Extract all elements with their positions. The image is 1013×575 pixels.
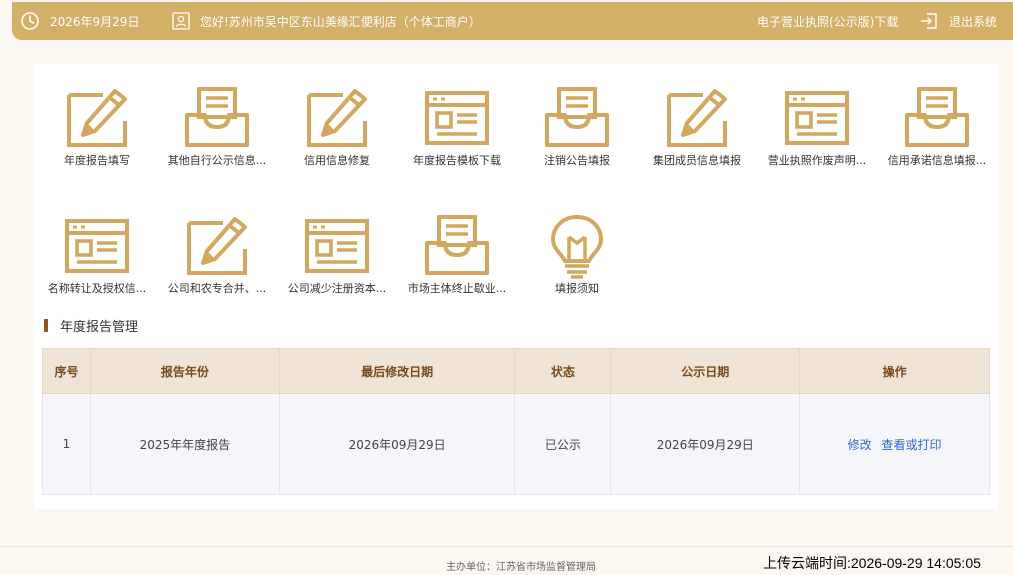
pencil-form-icon xyxy=(67,89,127,147)
main-panel: 年度报告填写 其他自行公示信息... 信用信息修复 年度报告模板下载 注销公告填… xyxy=(34,64,998,509)
footer-divider xyxy=(0,546,1013,547)
header-status: 状态 xyxy=(514,348,612,394)
section-title-text: 年度报告管理 xyxy=(60,319,139,335)
tile-merger[interactable]: 公司和农专合并、... xyxy=(157,195,277,305)
top-bar: 2026年9月29日 您好!苏州市吴中区东山美缘汇便利店（个体工商户） 电子营业… xyxy=(12,2,1013,40)
table-header-row: 序号 报告年份 最后修改日期 状态 公示日期 操作 xyxy=(42,348,990,394)
tile-cancellation-notice[interactable]: 注销公告填报 xyxy=(517,67,637,177)
logout-button[interactable]: 退出系统 xyxy=(949,2,997,40)
edit-link[interactable]: 修改 xyxy=(848,438,872,452)
tile-name-transfer[interactable]: 名称转让及授权信... xyxy=(37,195,157,305)
header-last-modified: 最后修改日期 xyxy=(278,348,516,394)
tile-filing-notes[interactable]: 填报须知 xyxy=(517,195,637,305)
document-window-icon xyxy=(305,219,369,273)
greeting-text: 您好!苏州市吴中区东山美缘汇便利店（个体工商户） xyxy=(200,14,481,29)
document-window-icon xyxy=(425,91,489,145)
tile-label: 信用承诺信息填报... xyxy=(887,154,987,167)
document-window-icon xyxy=(65,219,129,273)
tile-label: 年度报告填写 xyxy=(64,154,130,167)
cell-last-modified: 2026年09月29日 xyxy=(278,393,516,495)
tile-label: 公司和农专合并、... xyxy=(167,282,267,295)
clock-icon xyxy=(20,2,40,40)
upload-time: 上传云端时间:2026-09-29 14:05:05 xyxy=(763,555,981,571)
inbox-document-icon xyxy=(185,87,249,147)
tile-label: 公司减少注册资本... xyxy=(287,282,387,295)
header-actions: 操作 xyxy=(799,348,990,394)
pencil-form-icon xyxy=(307,89,367,147)
current-date: 2026年9月29日 xyxy=(50,14,140,29)
logout-icon[interactable] xyxy=(920,2,938,40)
section-marker xyxy=(44,318,48,332)
tile-capital-reduction[interactable]: 公司减少注册资本... xyxy=(277,195,397,305)
cell-status: 已公示 xyxy=(514,393,612,495)
header-publish-date: 公示日期 xyxy=(610,348,801,394)
footer-host-unit: 主办单位：江苏省市场监督管理局 xyxy=(446,562,596,573)
cell-actions: 修改 查看或打印 xyxy=(799,393,990,495)
tile-label: 信用信息修复 xyxy=(304,154,370,167)
header-index: 序号 xyxy=(42,348,91,394)
tile-label: 市场主体终止歇业... xyxy=(407,282,507,295)
tile-credit-commitment[interactable]: 信用承诺信息填报... xyxy=(877,67,997,177)
tile-label: 营业执照作废声明... xyxy=(767,154,867,167)
tile-label: 年度报告模板下载 xyxy=(413,154,501,167)
tile-label: 填报须知 xyxy=(555,282,599,295)
license-download-link[interactable]: 电子营业执照(公示版)下载 xyxy=(757,2,898,40)
tile-label: 集团成员信息填报 xyxy=(653,154,741,167)
document-window-icon xyxy=(785,91,849,145)
user-icon xyxy=(172,2,190,40)
inbox-document-icon xyxy=(545,87,609,147)
tile-annual-report-fill[interactable]: 年度报告填写 xyxy=(37,67,157,177)
tile-business-suspension[interactable]: 市场主体终止歇业... xyxy=(397,195,517,305)
tile-label: 名称转让及授权信... xyxy=(47,282,147,295)
header-report-year: 报告年份 xyxy=(89,348,280,394)
tile-other-disclosure[interactable]: 其他自行公示信息... xyxy=(157,67,277,177)
table-row: 1 2025年年度报告 2026年09月29日 已公示 2026年09月29日 … xyxy=(42,393,990,495)
view-print-link[interactable]: 查看或打印 xyxy=(882,438,942,452)
tile-label: 注销公告填报 xyxy=(544,154,610,167)
lightbulb-icon xyxy=(551,215,603,279)
pencil-form-icon xyxy=(187,217,247,275)
annual-report-table: 序号 报告年份 最后修改日期 状态 公示日期 操作 1 2025年年度报告 20… xyxy=(42,348,990,495)
pencil-form-icon xyxy=(667,89,727,147)
inbox-document-icon xyxy=(425,215,489,275)
section-title: 年度报告管理 xyxy=(44,317,139,335)
tile-label: 其他自行公示信息... xyxy=(167,154,267,167)
tile-template-download[interactable]: 年度报告模板下载 xyxy=(397,67,517,177)
cell-publish-date: 2026年09月29日 xyxy=(610,393,801,495)
tile-group-members[interactable]: 集团成员信息填报 xyxy=(637,67,757,177)
cell-report-year: 2025年年度报告 xyxy=(89,393,280,495)
inbox-document-icon xyxy=(905,87,969,147)
tile-license-void[interactable]: 营业执照作废声明... xyxy=(757,67,877,177)
cell-index: 1 xyxy=(42,393,91,495)
tile-credit-repair[interactable]: 信用信息修复 xyxy=(277,67,397,177)
